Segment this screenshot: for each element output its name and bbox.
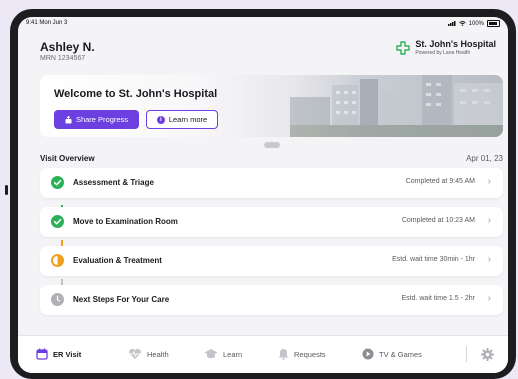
- check-circle-icon: [51, 176, 64, 189]
- tab-label: TV & Games: [379, 349, 422, 359]
- tab-health[interactable]: Health: [128, 348, 169, 360]
- learn-more-button[interactable]: i Learn more: [146, 110, 218, 129]
- share-icon: [65, 115, 72, 123]
- bell-icon: [278, 349, 289, 360]
- app-screen: 9:41 Mon Jun 3 100% Ashley N. MRN 123456…: [18, 17, 508, 373]
- chevron-right-icon: ›: [487, 215, 491, 226]
- visit-step-row[interactable]: Evaluation & Treatment Estd. wait time 3…: [40, 246, 503, 276]
- hospital-brand: St. John's Hospital Powered by Lana Heal…: [396, 39, 496, 56]
- hospital-name: St. John's Hospital: [415, 39, 496, 49]
- device-side-button: [5, 185, 8, 195]
- patient-mrn: MRN 1234567: [40, 55, 86, 62]
- tab-learn[interactable]: Learn: [204, 348, 242, 360]
- signal-icon: [447, 21, 456, 26]
- patient-name: Ashley N.: [40, 40, 95, 54]
- hospital-tagline: Powered by Lana Health: [415, 50, 471, 56]
- carousel-page-indicator[interactable]: [264, 142, 280, 148]
- heart-pulse-icon: [129, 348, 141, 359]
- welcome-banner: Welcome to St. John's Hospital Share Pro…: [40, 75, 503, 137]
- share-progress-label: Share Progress: [75, 115, 129, 124]
- tab-tv-games[interactable]: TV & Games: [362, 348, 422, 360]
- bottom-tab-bar: ER Visit Health Learn Requests TV & Game…: [18, 335, 508, 373]
- step-label: Move to Examination Room: [73, 217, 178, 226]
- visit-step-row[interactable]: Next Steps For Your Care Estd. wait time…: [40, 285, 503, 315]
- graduation-cap-icon: [204, 349, 218, 359]
- half-circle-progress-icon: [51, 254, 64, 267]
- chevron-right-icon: ›: [487, 293, 491, 304]
- step-status: Estd. wait time 1.5 - 2hr: [401, 295, 475, 302]
- wifi-icon: [458, 21, 466, 26]
- step-label: Assessment & Triage: [73, 178, 154, 187]
- tab-requests[interactable]: Requests: [278, 348, 326, 360]
- learn-more-label: Learn more: [168, 115, 208, 124]
- status-time: 9:41 Mon Jun 3: [26, 20, 68, 26]
- visit-date: Apr 01, 23: [466, 154, 503, 163]
- tab-label: Requests: [294, 349, 326, 359]
- step-status: Estd. wait time 30min - 1hr: [392, 256, 475, 263]
- battery-percent: 100%: [468, 20, 484, 27]
- info-icon: i: [156, 115, 165, 124]
- battery-icon: [487, 20, 500, 27]
- status-bar: 9:41 Mon Jun 3 100%: [18, 17, 508, 29]
- status-indicators: 100%: [447, 20, 500, 27]
- welcome-title: Welcome to St. John's Hospital: [54, 88, 218, 100]
- tab-label: ER Visit: [53, 349, 82, 359]
- step-label: Evaluation & Treatment: [73, 256, 162, 265]
- gear-icon[interactable]: [481, 348, 494, 361]
- visit-step-row[interactable]: Move to Examination Room Completed at 10…: [40, 207, 503, 237]
- hospital-cross-logo-icon: [396, 40, 411, 55]
- step-status: Completed at 10:23 AM: [401, 217, 475, 224]
- check-circle-icon: [51, 215, 64, 228]
- tab-label: Health: [147, 349, 169, 359]
- play-icon: [362, 348, 374, 360]
- tab-label: Learn: [223, 349, 243, 359]
- visit-overview-title: Visit Overview: [40, 154, 95, 163]
- calendar-icon: [36, 348, 48, 360]
- clock-icon: [51, 293, 64, 306]
- step-label: Next Steps For Your Care: [73, 295, 170, 304]
- share-progress-button[interactable]: Share Progress: [54, 110, 139, 129]
- step-status: Completed at 9:45 AM: [405, 178, 475, 185]
- tab-divider: [466, 346, 467, 362]
- tab-er-visit[interactable]: ER Visit: [36, 348, 81, 360]
- chevron-right-icon: ›: [487, 176, 491, 187]
- visit-step-row[interactable]: Assessment & Triage Completed at 9:45 AM…: [40, 168, 503, 198]
- chevron-right-icon: ›: [487, 254, 491, 265]
